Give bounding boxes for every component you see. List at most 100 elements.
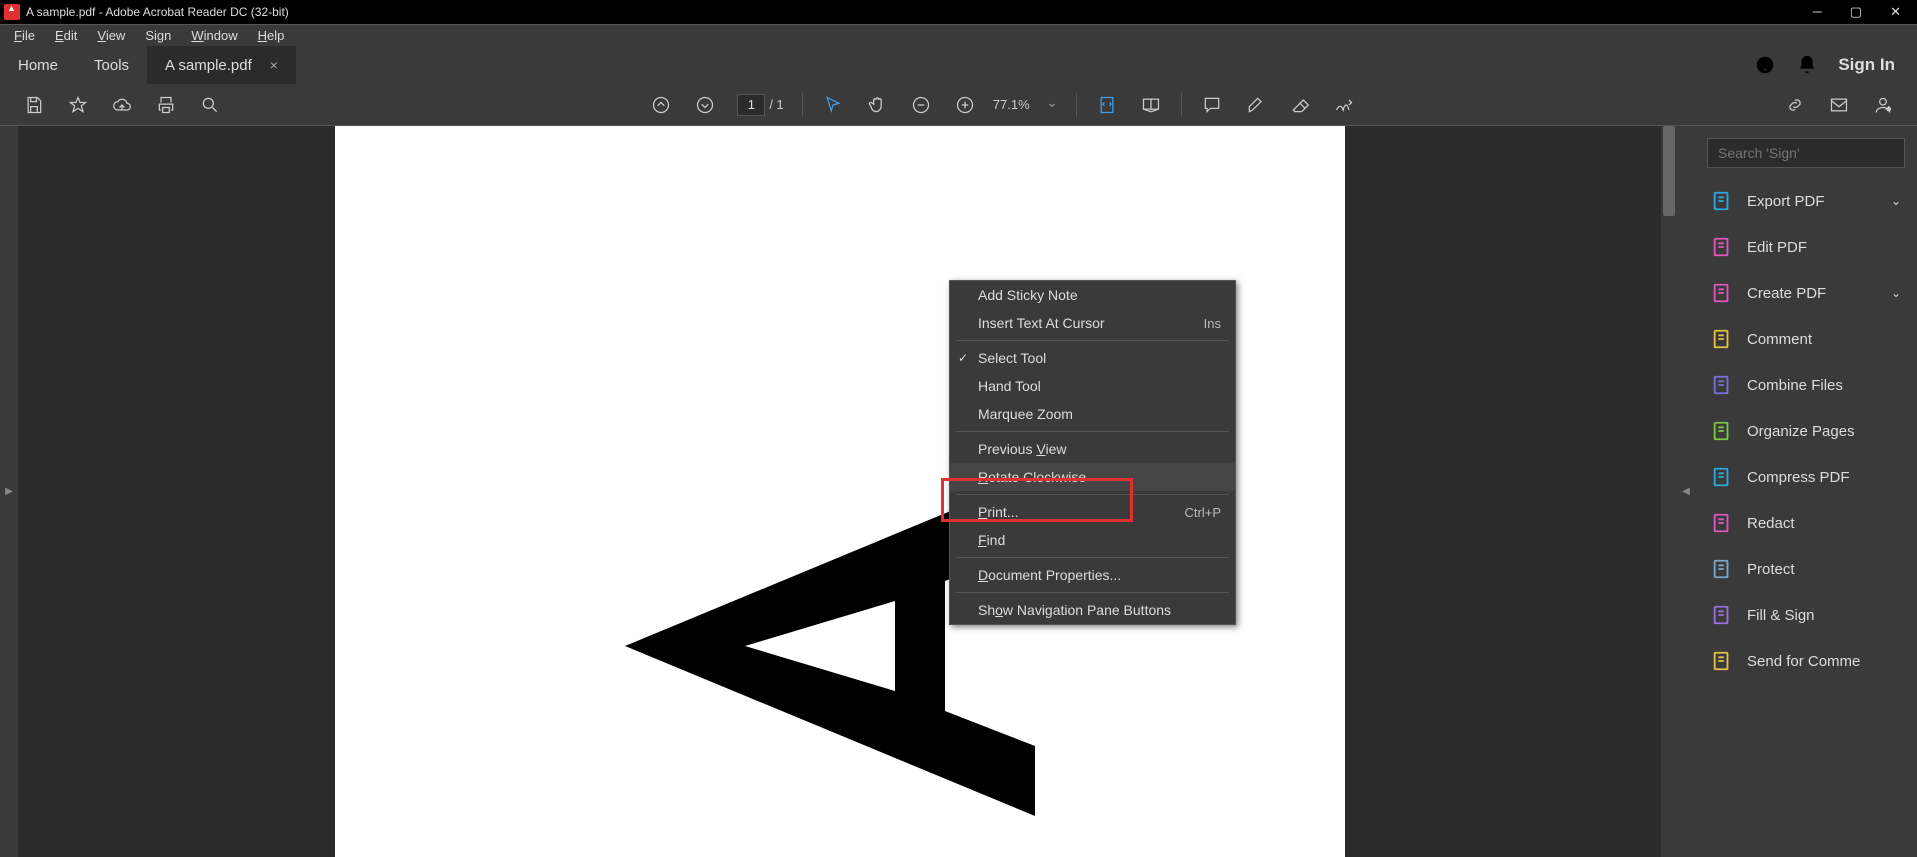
tool-icon (1711, 466, 1733, 488)
tool-item-protect[interactable]: Protect (1695, 546, 1917, 592)
tabbar: Home Tools A sample.pdf × Sign In (0, 46, 1917, 84)
window-title: A sample.pdf - Adobe Acrobat Reader DC (… (26, 5, 289, 19)
tool-icon (1711, 374, 1733, 396)
minimize-icon[interactable]: ─ (1813, 4, 1822, 20)
comment-icon[interactable] (1200, 93, 1224, 117)
help-icon[interactable] (1754, 54, 1776, 76)
tool-label: Create PDF (1747, 285, 1877, 302)
tool-item-combine-files[interactable]: Combine Files (1695, 362, 1917, 408)
tool-icon (1711, 190, 1733, 212)
highlight-icon[interactable] (1244, 93, 1268, 117)
page-total: / 1 (769, 97, 783, 112)
menubar: File Edit View Sign Window Help (0, 24, 1917, 46)
tool-item-redact[interactable]: Redact (1695, 500, 1917, 546)
email-icon[interactable] (1827, 93, 1851, 117)
tool-item-comment[interactable]: Comment (1695, 316, 1917, 362)
cm-insert-text[interactable]: Insert Text At CursorIns (950, 309, 1235, 337)
menu-edit[interactable]: Edit (45, 26, 87, 45)
page-up-icon[interactable] (649, 93, 673, 117)
tools-panel: Export PDF ⌄ Edit PDF Create PDF ⌄ Comment Com… (1695, 126, 1917, 857)
left-panel-toggle[interactable]: ▶ (0, 126, 18, 857)
sign-icon[interactable] (1332, 93, 1356, 117)
tool-label: Edit PDF (1747, 239, 1901, 256)
tool-item-create-pdf[interactable]: Create PDF ⌄ (1695, 270, 1917, 316)
hand-tool-icon[interactable] (865, 93, 889, 117)
tool-item-compress-pdf[interactable]: Compress PDF (1695, 454, 1917, 500)
tool-icon (1711, 282, 1733, 304)
tool-label: Export PDF (1747, 193, 1877, 210)
page-current-input[interactable] (737, 94, 765, 116)
app-icon (4, 4, 20, 20)
page-down-icon[interactable] (693, 93, 717, 117)
vertical-scrollbar[interactable]: ▲ (1661, 126, 1677, 857)
tool-item-fill-&-sign[interactable]: Fill & Sign (1695, 592, 1917, 638)
titlebar: A sample.pdf - Adobe Acrobat Reader DC (… (0, 0, 1917, 24)
search-input[interactable] (1707, 138, 1905, 168)
right-panel-toggle[interactable]: ◀ (1677, 126, 1695, 857)
chevron-down-icon: ⌄ (1891, 286, 1901, 300)
toolbar: / 1 77.1% (0, 84, 1917, 126)
cm-rotate-clockwise[interactable]: Rotate Clockwise (950, 463, 1235, 491)
tool-label: Send for Comme (1747, 653, 1901, 670)
tool-label: Compress PDF (1747, 469, 1901, 486)
page-indicator: / 1 (737, 94, 783, 116)
cm-print[interactable]: Print...Ctrl+P (950, 498, 1235, 526)
tool-icon (1711, 328, 1733, 350)
chevron-down-icon: ⌄ (1891, 194, 1901, 208)
tool-label: Organize Pages (1747, 423, 1901, 440)
cloud-upload-icon[interactable] (110, 93, 134, 117)
cm-previous-view[interactable]: Previous View (950, 435, 1235, 463)
menu-window[interactable]: Window (181, 26, 247, 45)
menu-file[interactable]: File (4, 26, 45, 45)
eraser-icon[interactable] (1288, 93, 1312, 117)
tool-item-export-pdf[interactable]: Export PDF ⌄ (1695, 178, 1917, 224)
tab-close-icon[interactable]: × (270, 57, 278, 73)
star-icon[interactable] (66, 93, 90, 117)
tool-icon (1711, 512, 1733, 534)
print-icon[interactable] (154, 93, 178, 117)
maximize-icon[interactable]: ▢ (1850, 4, 1862, 20)
cm-document-properties[interactable]: Document Properties... (950, 561, 1235, 589)
tool-label: Redact (1747, 515, 1901, 532)
arrow-tool-icon[interactable] (821, 93, 845, 117)
tool-icon (1711, 650, 1733, 672)
share-icon[interactable] (1871, 93, 1895, 117)
link-icon[interactable] (1783, 93, 1807, 117)
close-icon[interactable]: ✕ (1890, 4, 1901, 20)
signin-button[interactable]: Sign In (1838, 55, 1895, 75)
tool-item-organize-pages[interactable]: Organize Pages (1695, 408, 1917, 454)
tab-tools[interactable]: Tools (76, 46, 147, 84)
cm-select-tool[interactable]: ✓Select Tool (950, 344, 1235, 372)
save-icon[interactable] (22, 93, 46, 117)
zoom-dropdown-icon[interactable] (1046, 93, 1058, 117)
scrollbar-thumb[interactable] (1663, 126, 1675, 216)
tool-icon (1711, 420, 1733, 442)
cm-find[interactable]: Find (950, 526, 1235, 554)
document-area[interactable] (18, 126, 1661, 857)
context-menu: Add Sticky Note Insert Text At CursorIns… (949, 280, 1236, 625)
menu-sign[interactable]: Sign (135, 26, 181, 45)
cm-hand-tool[interactable]: Hand Tool (950, 372, 1235, 400)
tool-label: Comment (1747, 331, 1901, 348)
tool-label: Fill & Sign (1747, 607, 1901, 624)
zoom-in-icon[interactable] (953, 93, 977, 117)
zoom-level: 77.1% (993, 97, 1030, 112)
tab-document-label: A sample.pdf (165, 57, 252, 74)
bell-icon[interactable] (1796, 54, 1818, 76)
cm-marquee-zoom[interactable]: Marquee Zoom (950, 400, 1235, 428)
tab-home[interactable]: Home (0, 46, 76, 84)
tool-item-edit-pdf[interactable]: Edit PDF (1695, 224, 1917, 270)
tool-label: Protect (1747, 561, 1901, 578)
cm-add-sticky-note[interactable]: Add Sticky Note (950, 281, 1235, 309)
read-mode-icon[interactable] (1139, 93, 1163, 117)
cm-show-nav-pane[interactable]: Show Navigation Pane Buttons (950, 596, 1235, 624)
tool-label: Combine Files (1747, 377, 1901, 394)
tab-document[interactable]: A sample.pdf × (147, 46, 296, 84)
fit-page-icon[interactable] (1095, 93, 1119, 117)
zoom-out-icon[interactable] (909, 93, 933, 117)
search-icon[interactable] (198, 93, 222, 117)
tool-icon (1711, 604, 1733, 626)
menu-help[interactable]: Help (248, 26, 295, 45)
menu-view[interactable]: View (87, 26, 135, 45)
tool-item-send-for-comme[interactable]: Send for Comme (1695, 638, 1917, 684)
